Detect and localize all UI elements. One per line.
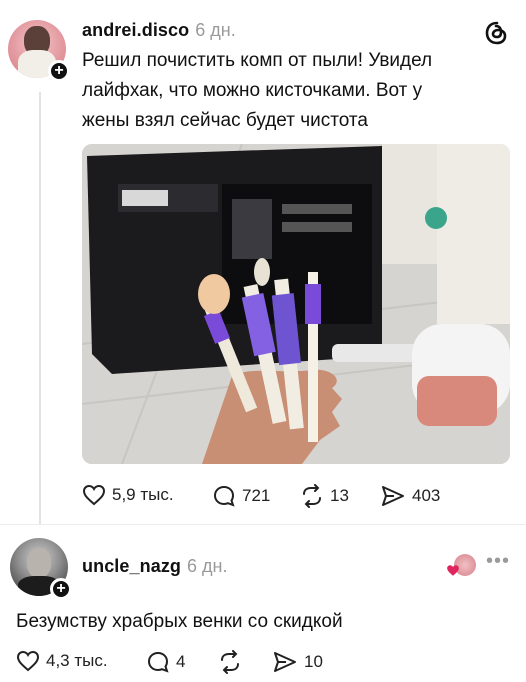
like-count: 5,9 тыс. <box>112 485 174 504</box>
post-time: 6 дн. <box>195 20 236 40</box>
divider <box>0 524 526 525</box>
post-image[interactable] <box>82 144 510 464</box>
reply-share-button[interactable]: 10 <box>272 650 323 674</box>
post-header: andrei.disco 6 дн. <box>82 20 236 41</box>
heart-icon <box>447 565 459 576</box>
reply-text: Безумству храбрых венки со скидкой <box>16 611 343 632</box>
reply-like-count: 4,3 тыс. <box>46 651 108 670</box>
repost-icon <box>303 484 321 508</box>
comment-icon <box>213 485 235 507</box>
follow-plus-icon[interactable]: + <box>48 60 70 82</box>
post-author-avatar[interactable]: + <box>8 20 70 82</box>
post-text: Решил почистить комп от пыли! Увидел лай… <box>82 46 512 136</box>
send-icon <box>274 652 296 672</box>
reply-author-avatar[interactable]: + <box>10 538 72 600</box>
heart-icon <box>16 650 40 672</box>
heart-icon <box>82 484 106 506</box>
post-text-line: лайфхак, что можно кисточками. Вот у <box>82 80 423 101</box>
reply-header: uncle_nazg 6 дн. <box>82 556 228 577</box>
reply-comment-button[interactable]: 4 <box>146 650 185 674</box>
share-button[interactable]: 403 <box>380 484 440 508</box>
reply-share-count: 10 <box>304 652 323 671</box>
post-text-line: Решил почистить комп от пыли! Увидел <box>82 50 433 71</box>
more-options-icon[interactable]: ••• <box>486 551 512 571</box>
reply-username[interactable]: uncle_nazg <box>82 556 181 576</box>
repost-button[interactable]: 13 <box>300 484 349 508</box>
send-icon <box>382 486 404 506</box>
threads-logo-icon[interactable] <box>484 20 510 46</box>
reply-repost-button[interactable] <box>218 650 248 674</box>
comment-button[interactable]: 721 <box>212 484 270 508</box>
comment-count: 721 <box>242 486 271 505</box>
reply-time: 6 дн. <box>187 556 228 576</box>
liked-by-author-badge[interactable] <box>446 554 476 580</box>
repost-count: 13 <box>330 486 349 505</box>
post-username[interactable]: andrei.disco <box>82 20 189 40</box>
like-button[interactable]: 5,9 тыс. <box>82 484 174 506</box>
reply-like-button[interactable]: 4,3 тыс. <box>16 650 108 672</box>
share-count: 403 <box>412 486 441 505</box>
post-text-line: жены взял сейчас будет чистота <box>82 110 368 131</box>
repost-icon <box>221 650 239 674</box>
follow-plus-icon[interactable]: + <box>50 578 72 600</box>
comment-icon <box>147 651 169 673</box>
reply-comment-count: 4 <box>176 652 186 671</box>
thread-line <box>39 92 41 524</box>
